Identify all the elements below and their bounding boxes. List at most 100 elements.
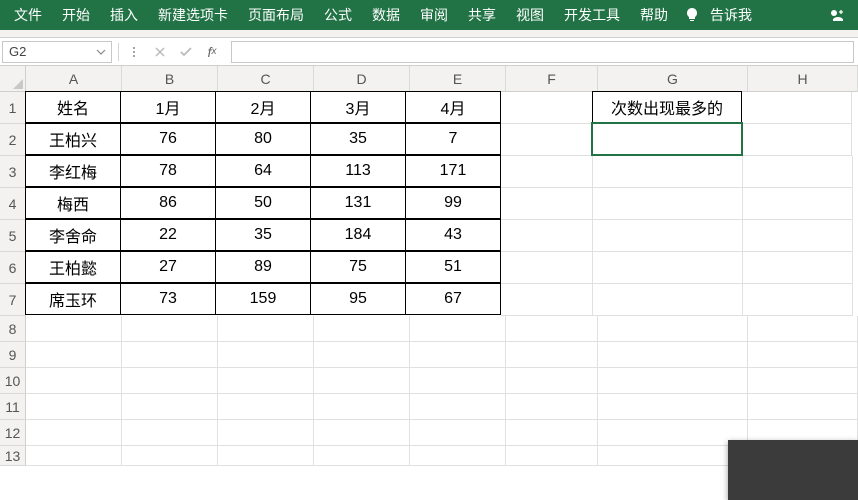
cell-G6[interactable] xyxy=(593,252,743,284)
cell-E5[interactable]: 43 xyxy=(405,219,501,251)
cell-F12[interactable] xyxy=(506,420,598,446)
cell-A8[interactable] xyxy=(26,316,122,342)
cell-D10[interactable] xyxy=(314,368,410,394)
cell-A10[interactable] xyxy=(26,368,122,394)
name-box[interactable]: G2 xyxy=(2,41,112,63)
ribbon-tab-layout[interactable]: 页面布局 xyxy=(238,0,314,30)
cell-F13[interactable] xyxy=(506,446,598,466)
row-header-7[interactable]: 7 xyxy=(0,284,26,316)
cell-D12[interactable] xyxy=(314,420,410,446)
cell-A13[interactable] xyxy=(26,446,122,466)
cell-G13[interactable] xyxy=(598,446,748,466)
cell-A6[interactable]: 王柏懿 xyxy=(25,251,121,283)
lightbulb-icon[interactable] xyxy=(684,7,700,23)
row-header-1[interactable]: 1 xyxy=(0,92,26,124)
cell-G1[interactable]: 次数出现最多的 xyxy=(592,91,742,123)
ribbon-tab-formulas[interactable]: 公式 xyxy=(314,0,362,30)
cell-C2[interactable]: 80 xyxy=(215,123,311,155)
cell-B13[interactable] xyxy=(122,446,218,466)
cell-E11[interactable] xyxy=(410,394,506,420)
cell-B6[interactable]: 27 xyxy=(120,251,216,283)
col-header-E[interactable]: E xyxy=(410,66,506,92)
cell-E4[interactable]: 99 xyxy=(405,187,501,219)
cell-C4[interactable]: 50 xyxy=(215,187,311,219)
col-header-C[interactable]: C xyxy=(218,66,314,92)
row-header-12[interactable]: 12 xyxy=(0,420,26,446)
cell-E7[interactable]: 67 xyxy=(405,283,501,315)
cell-C8[interactable] xyxy=(218,316,314,342)
cell-E3[interactable]: 171 xyxy=(405,155,501,187)
col-header-H[interactable]: H xyxy=(748,66,858,92)
cell-D3[interactable]: 113 xyxy=(310,155,406,187)
cell-F8[interactable] xyxy=(506,316,598,342)
cell-F2[interactable] xyxy=(501,124,593,156)
ribbon-tab-data[interactable]: 数据 xyxy=(362,0,410,30)
cell-C10[interactable] xyxy=(218,368,314,394)
cell-B7[interactable]: 73 xyxy=(120,283,216,315)
cell-C13[interactable] xyxy=(218,446,314,466)
cell-F10[interactable] xyxy=(506,368,598,394)
cell-G10[interactable] xyxy=(598,368,748,394)
cell-G8[interactable] xyxy=(598,316,748,342)
row-header-4[interactable]: 4 xyxy=(0,188,26,220)
ribbon-tab-home[interactable]: 开始 xyxy=(52,0,100,30)
row-header-3[interactable]: 3 xyxy=(0,156,26,188)
row-header-10[interactable]: 10 xyxy=(0,368,26,394)
cell-C5[interactable]: 35 xyxy=(215,219,311,251)
cell-E1[interactable]: 4月 xyxy=(405,91,501,123)
ribbon-tab-insert[interactable]: 插入 xyxy=(100,0,148,30)
ribbon-tab-view[interactable]: 视图 xyxy=(506,0,554,30)
floating-panel[interactable] xyxy=(728,440,858,500)
cell-F9[interactable] xyxy=(506,342,598,368)
cell-F1[interactable] xyxy=(501,92,593,124)
cell-D9[interactable] xyxy=(314,342,410,368)
cell-B5[interactable]: 22 xyxy=(120,219,216,251)
cell-C7[interactable]: 159 xyxy=(215,283,311,315)
cell-D7[interactable]: 95 xyxy=(310,283,406,315)
row-header-6[interactable]: 6 xyxy=(0,252,26,284)
col-header-B[interactable]: B xyxy=(122,66,218,92)
cell-E12[interactable] xyxy=(410,420,506,446)
row-header-5[interactable]: 5 xyxy=(0,220,26,252)
cell-F4[interactable] xyxy=(501,188,593,220)
dots-icon[interactable] xyxy=(121,41,147,63)
cell-D1[interactable]: 3月 xyxy=(310,91,406,123)
cell-A1[interactable]: 姓名 xyxy=(25,91,121,123)
ribbon-tab-newtab[interactable]: 新建选项卡 xyxy=(148,0,238,30)
cell-E6[interactable]: 51 xyxy=(405,251,501,283)
cell-H10[interactable] xyxy=(748,368,858,394)
row-header-8[interactable]: 8 xyxy=(0,316,26,342)
cell-A11[interactable] xyxy=(26,394,122,420)
cell-E10[interactable] xyxy=(410,368,506,394)
ribbon-tab-file[interactable]: 文件 xyxy=(4,0,52,30)
cell-D6[interactable]: 75 xyxy=(310,251,406,283)
grid[interactable]: 姓名1月2月3月4月次数出现最多的王柏兴7680357李红梅7864113171… xyxy=(26,92,858,466)
cell-C11[interactable] xyxy=(218,394,314,420)
ribbon-tab-help[interactable]: 帮助 xyxy=(630,0,678,30)
cell-B8[interactable] xyxy=(122,316,218,342)
cell-G4[interactable] xyxy=(593,188,743,220)
cell-C1[interactable]: 2月 xyxy=(215,91,311,123)
cell-H6[interactable] xyxy=(743,252,853,284)
cell-F5[interactable] xyxy=(501,220,593,252)
cell-G5[interactable] xyxy=(593,220,743,252)
cell-F6[interactable] xyxy=(501,252,593,284)
cell-E2[interactable]: 7 xyxy=(405,123,501,155)
cell-D5[interactable]: 184 xyxy=(310,219,406,251)
row-header-9[interactable]: 9 xyxy=(0,342,26,368)
cell-D13[interactable] xyxy=(314,446,410,466)
cell-A12[interactable] xyxy=(26,420,122,446)
cell-A5[interactable]: 李舍命 xyxy=(25,219,121,251)
ribbon-tab-review[interactable]: 审阅 xyxy=(410,0,458,30)
share-button[interactable] xyxy=(818,0,854,30)
cell-B2[interactable]: 76 xyxy=(120,123,216,155)
cell-G3[interactable] xyxy=(593,156,743,188)
cell-G12[interactable] xyxy=(598,420,748,446)
cell-C3[interactable]: 64 xyxy=(215,155,311,187)
cell-F11[interactable] xyxy=(506,394,598,420)
ribbon-tab-developer[interactable]: 开发工具 xyxy=(554,0,630,30)
cell-G2[interactable] xyxy=(592,123,742,155)
col-header-D[interactable]: D xyxy=(314,66,410,92)
cell-D8[interactable] xyxy=(314,316,410,342)
cell-G9[interactable] xyxy=(598,342,748,368)
